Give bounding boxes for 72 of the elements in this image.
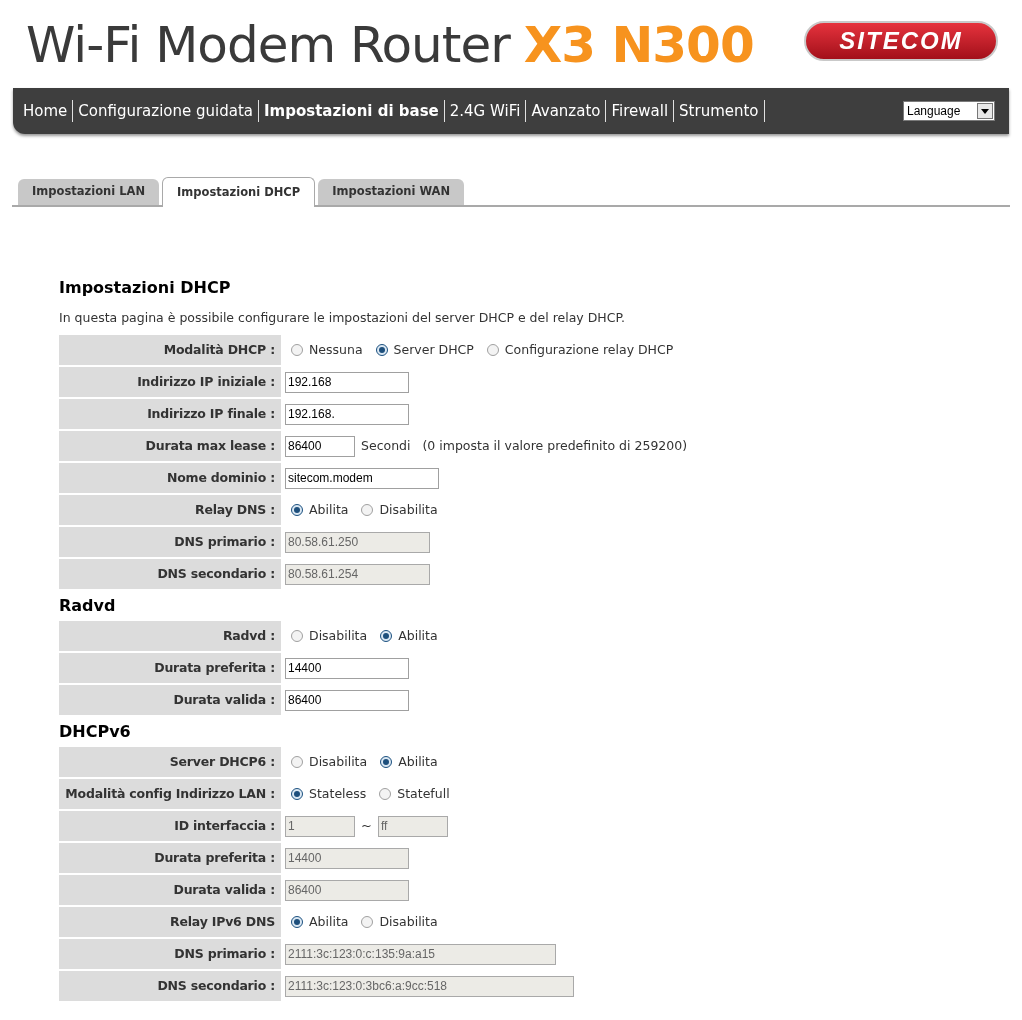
radio-option[interactable]: Stateless xyxy=(291,784,367,804)
radio-option[interactable]: Abilita xyxy=(291,500,349,520)
radio-option[interactable]: Abilita xyxy=(291,912,349,932)
radio-button[interactable] xyxy=(361,916,374,928)
field-label: Durata preferita : xyxy=(59,843,281,873)
field-label: Radvd : xyxy=(59,621,281,651)
field-label: DNS secondario : xyxy=(59,971,281,1001)
input-field[interactable]: 192.168. xyxy=(285,403,409,425)
hint-text: (0 imposta il valore predefinito di 259200) xyxy=(422,436,688,455)
radio-option[interactable]: Nessuna xyxy=(291,340,363,360)
unit-label: Secondi xyxy=(361,436,411,455)
field-label: Relay DNS : xyxy=(59,495,281,525)
brand-logo: SITECOM xyxy=(804,21,998,61)
input-field[interactable]: 86400 xyxy=(285,435,355,457)
nav-link[interactable]: Firewall xyxy=(606,100,675,122)
radio-option[interactable]: Server DHCP xyxy=(375,340,474,360)
field-label: Relay IPv6 DNS xyxy=(59,907,281,937)
tab[interactable]: Impostazioni LAN xyxy=(18,179,160,205)
product-model: X3 N300 xyxy=(523,20,754,70)
radio-button[interactable] xyxy=(375,344,388,356)
nav-link[interactable]: Strumento xyxy=(674,100,765,122)
radio-option[interactable]: Abilita xyxy=(380,626,438,646)
field-label: Durata valida : xyxy=(59,875,281,905)
field-label: Modalità config Indirizzo LAN : xyxy=(59,779,281,809)
section-heading: Radvd xyxy=(59,595,117,617)
field-label: Durata max lease : xyxy=(59,431,281,461)
tab[interactable]: Impostazioni WAN xyxy=(318,179,465,205)
field-label: Indirizzo IP iniziale : xyxy=(59,367,281,397)
radio-option[interactable]: Disabilita xyxy=(291,626,368,646)
input-field[interactable]: sitecom.modem xyxy=(285,467,439,489)
range-separator: ~ xyxy=(361,817,372,836)
nav-link[interactable]: 2.4G WiFi xyxy=(444,100,527,122)
field-label: Modalità DHCP : xyxy=(59,335,281,365)
radio-button[interactable] xyxy=(291,916,303,928)
radio-button[interactable] xyxy=(361,504,374,516)
nav-link[interactable]: Configurazione guidata xyxy=(73,100,259,122)
field-label: Nome dominio : xyxy=(59,463,281,493)
section-heading: Impostazioni DHCP xyxy=(59,277,232,299)
input-field[interactable]: 192.168 xyxy=(285,371,409,393)
field-label: DNS primario : xyxy=(59,527,281,557)
radio-button[interactable] xyxy=(291,756,303,768)
radio-option[interactable]: Abilita xyxy=(380,752,438,772)
radio-option[interactable]: Disabilita xyxy=(291,752,368,772)
radio-button[interactable] xyxy=(380,630,393,642)
nav-link[interactable]: Impostazioni di base xyxy=(259,100,445,122)
field-label: Durata valida : xyxy=(59,685,281,715)
section-heading: DHCPv6 xyxy=(59,721,132,743)
radio-button[interactable] xyxy=(486,344,499,356)
product-title: Wi-Fi Modem Router xyxy=(26,20,510,70)
section-description: In questa pagina è possibile configurare le impostazioni del server DHCP e del relay DHCP. xyxy=(59,308,626,327)
field-label: DNS secondario : xyxy=(59,559,281,589)
radio-option[interactable]: Disabilita xyxy=(361,912,438,932)
nav-link[interactable]: Home xyxy=(18,100,74,122)
radio-button[interactable] xyxy=(291,504,303,516)
radio-option[interactable]: Statefull xyxy=(379,784,450,804)
language-select[interactable]: Language xyxy=(903,101,995,121)
field-label: Durata preferita : xyxy=(59,653,281,683)
radio-option[interactable]: Disabilita xyxy=(361,500,438,520)
radio-option[interactable]: Configurazione relay DHCP xyxy=(486,340,674,360)
nav-link[interactable]: Avanzato xyxy=(526,100,607,122)
radio-button[interactable] xyxy=(291,630,303,642)
input-field[interactable]: 14400 xyxy=(285,657,409,679)
field-label: Indirizzo IP finale : xyxy=(59,399,281,429)
field-label: ID interfaccia : xyxy=(59,811,281,841)
field-label: Server DHCP6 : xyxy=(59,747,281,777)
radio-button[interactable] xyxy=(291,344,303,356)
radio-button[interactable] xyxy=(380,756,393,768)
radio-button[interactable] xyxy=(379,788,392,800)
tab[interactable]: Impostazioni DHCP xyxy=(162,177,316,207)
field-label: DNS primario : xyxy=(59,939,281,969)
input-field[interactable]: 86400 xyxy=(285,689,409,711)
radio-button[interactable] xyxy=(291,788,303,800)
